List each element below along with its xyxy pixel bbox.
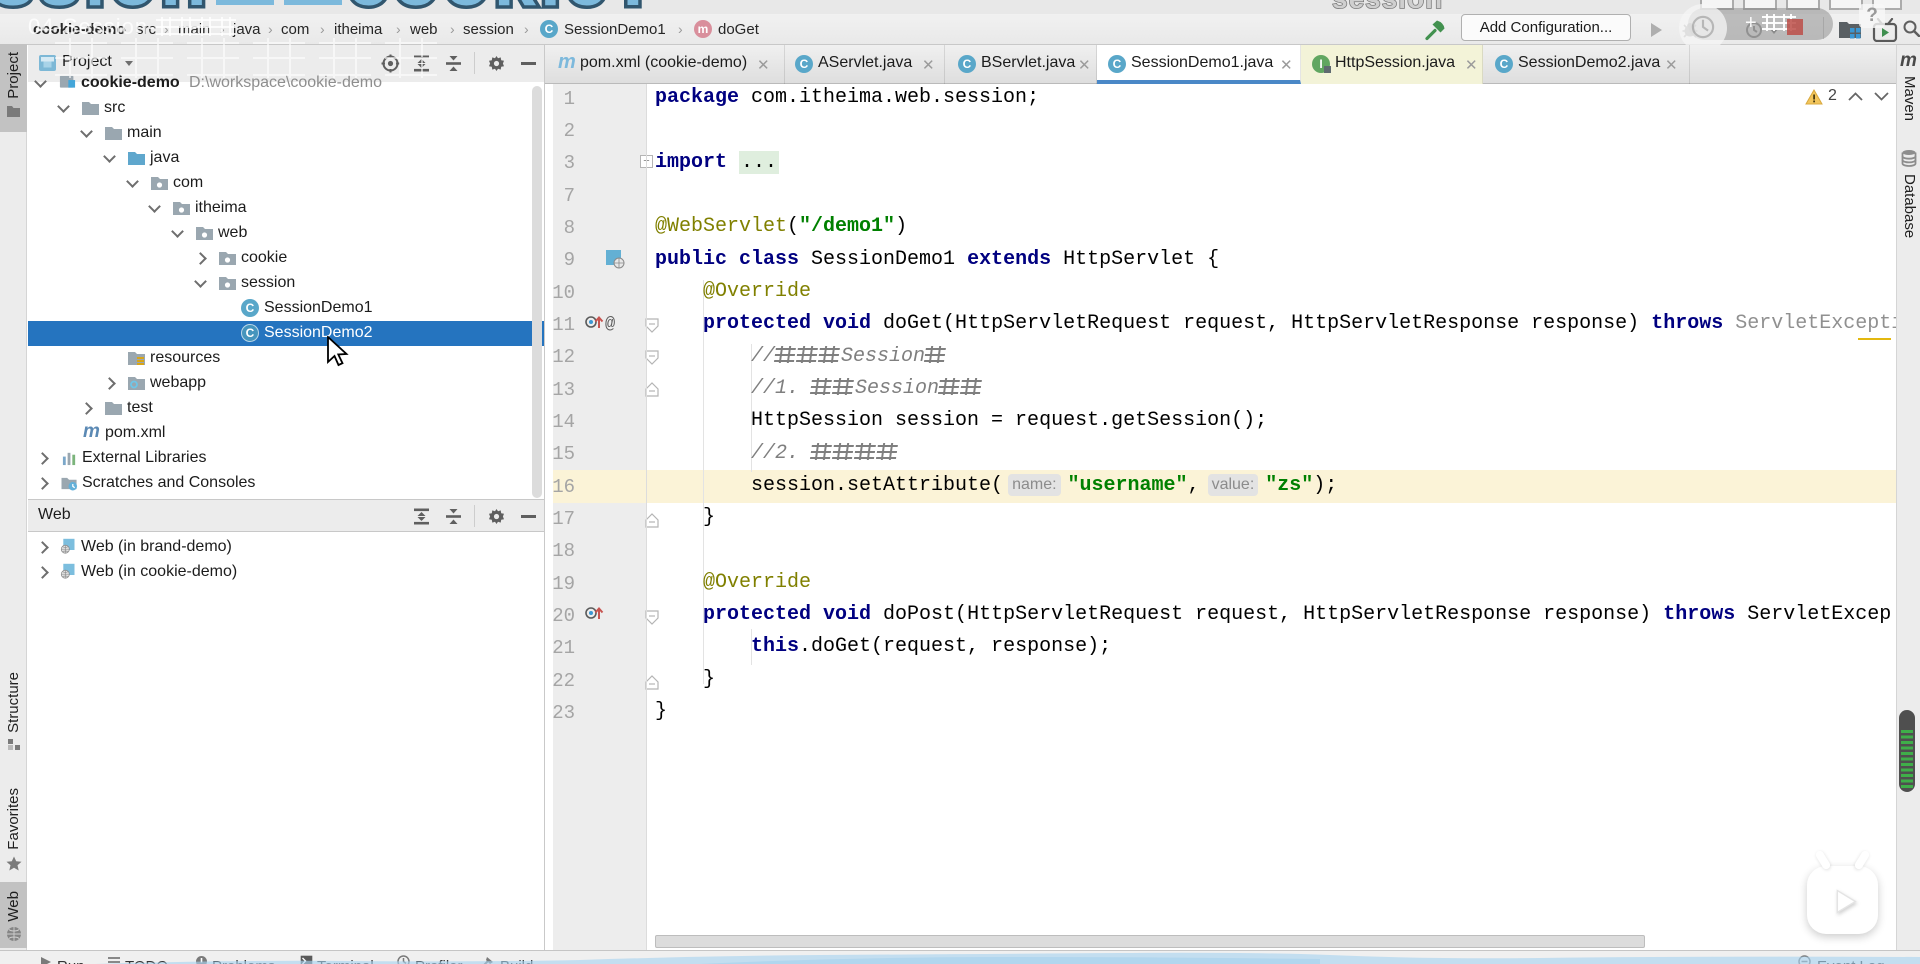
svg-text:@: @ [605,315,615,332]
